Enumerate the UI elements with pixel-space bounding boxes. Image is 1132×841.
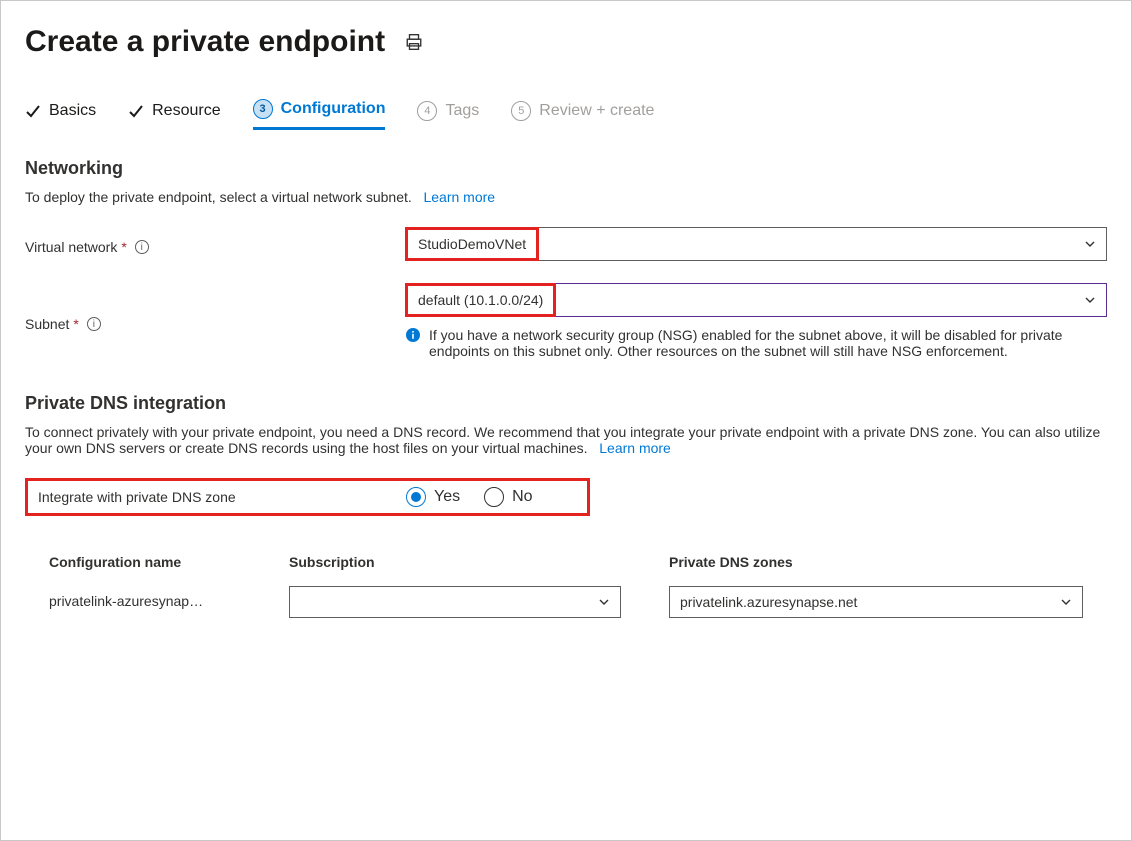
info-icon <box>405 327 421 359</box>
tab-tags[interactable]: 4 Tags <box>417 101 479 129</box>
nsg-note: If you have a network security group (NS… <box>405 327 1107 359</box>
subnet-label: Subnet <box>25 316 69 332</box>
required-indicator: * <box>73 316 78 332</box>
subnet-value: default (10.1.0.0/24) <box>405 283 556 317</box>
radio-no-label: No <box>512 488 532 506</box>
vnet-value: StudioDemoVNet <box>405 227 539 261</box>
step-badge: 5 <box>511 101 531 121</box>
networking-learn-more-link[interactable]: Learn more <box>423 189 495 205</box>
chevron-down-icon <box>598 596 610 608</box>
subscription-select[interactable] <box>289 586 621 618</box>
tab-configuration[interactable]: 3 Configuration <box>253 99 386 130</box>
vnet-select[interactable]: StudioDemoVNet <box>405 227 1107 261</box>
required-indicator: * <box>121 239 126 255</box>
radio-yes-label: Yes <box>434 488 460 506</box>
check-icon <box>128 103 144 119</box>
chevron-down-icon <box>1060 596 1072 608</box>
tab-resource[interactable]: Resource <box>128 102 220 128</box>
networking-desc: To deploy the private endpoint, select a… <box>25 189 1107 205</box>
info-icon[interactable]: i <box>87 317 101 331</box>
radio-input-selected <box>406 487 426 507</box>
col-config: Configuration name <box>25 544 265 580</box>
radio-yes[interactable]: Yes <box>406 487 460 507</box>
print-icon[interactable] <box>405 33 423 51</box>
dns-learn-more-link[interactable]: Learn more <box>599 440 671 456</box>
page-title: Create a private endpoint <box>25 25 385 59</box>
col-sub: Subscription <box>265 544 645 580</box>
dns-zone-value: privatelink.azuresynapse.net <box>680 594 857 610</box>
nsg-note-text: If you have a network security group (NS… <box>429 327 1107 359</box>
dns-desc-text: To connect privately with your private e… <box>25 424 1100 456</box>
tab-review-label: Review + create <box>539 102 654 120</box>
integrate-dns-row: Integrate with private DNS zone Yes No <box>25 478 590 516</box>
vnet-label: Virtual network <box>25 239 117 255</box>
dns-desc: To connect privately with your private e… <box>25 424 1107 456</box>
networking-heading: Networking <box>25 158 1107 179</box>
dns-table: Configuration name Subscription Private … <box>25 544 1107 624</box>
dns-heading: Private DNS integration <box>25 393 1107 414</box>
tab-configuration-label: Configuration <box>281 100 386 118</box>
tab-basics-label: Basics <box>49 102 96 120</box>
radio-input <box>484 487 504 507</box>
tab-basics[interactable]: Basics <box>25 102 96 128</box>
table-row: privatelink-azuresynap… privatelink.azur… <box>25 580 1107 624</box>
wizard-tabs: Basics Resource 3 Configuration 4 Tags 5… <box>25 99 1107 130</box>
check-icon <box>25 103 41 119</box>
tab-review[interactable]: 5 Review + create <box>511 101 654 129</box>
info-icon[interactable]: i <box>135 240 149 254</box>
radio-no[interactable]: No <box>484 487 532 507</box>
integrate-label: Integrate with private DNS zone <box>38 489 236 505</box>
step-badge: 4 <box>417 101 437 121</box>
subnet-select[interactable]: default (10.1.0.0/24) <box>405 283 1107 317</box>
tab-resource-label: Resource <box>152 102 220 120</box>
tab-tags-label: Tags <box>445 102 479 120</box>
config-name-cell: privatelink-azuresynap… <box>49 593 203 609</box>
col-zones: Private DNS zones <box>645 544 1107 580</box>
chevron-down-icon <box>1084 238 1096 250</box>
chevron-down-icon <box>1084 294 1096 306</box>
step-badge: 3 <box>253 99 273 119</box>
dns-zone-select[interactable]: privatelink.azuresynapse.net <box>669 586 1083 618</box>
networking-desc-text: To deploy the private endpoint, select a… <box>25 189 412 205</box>
